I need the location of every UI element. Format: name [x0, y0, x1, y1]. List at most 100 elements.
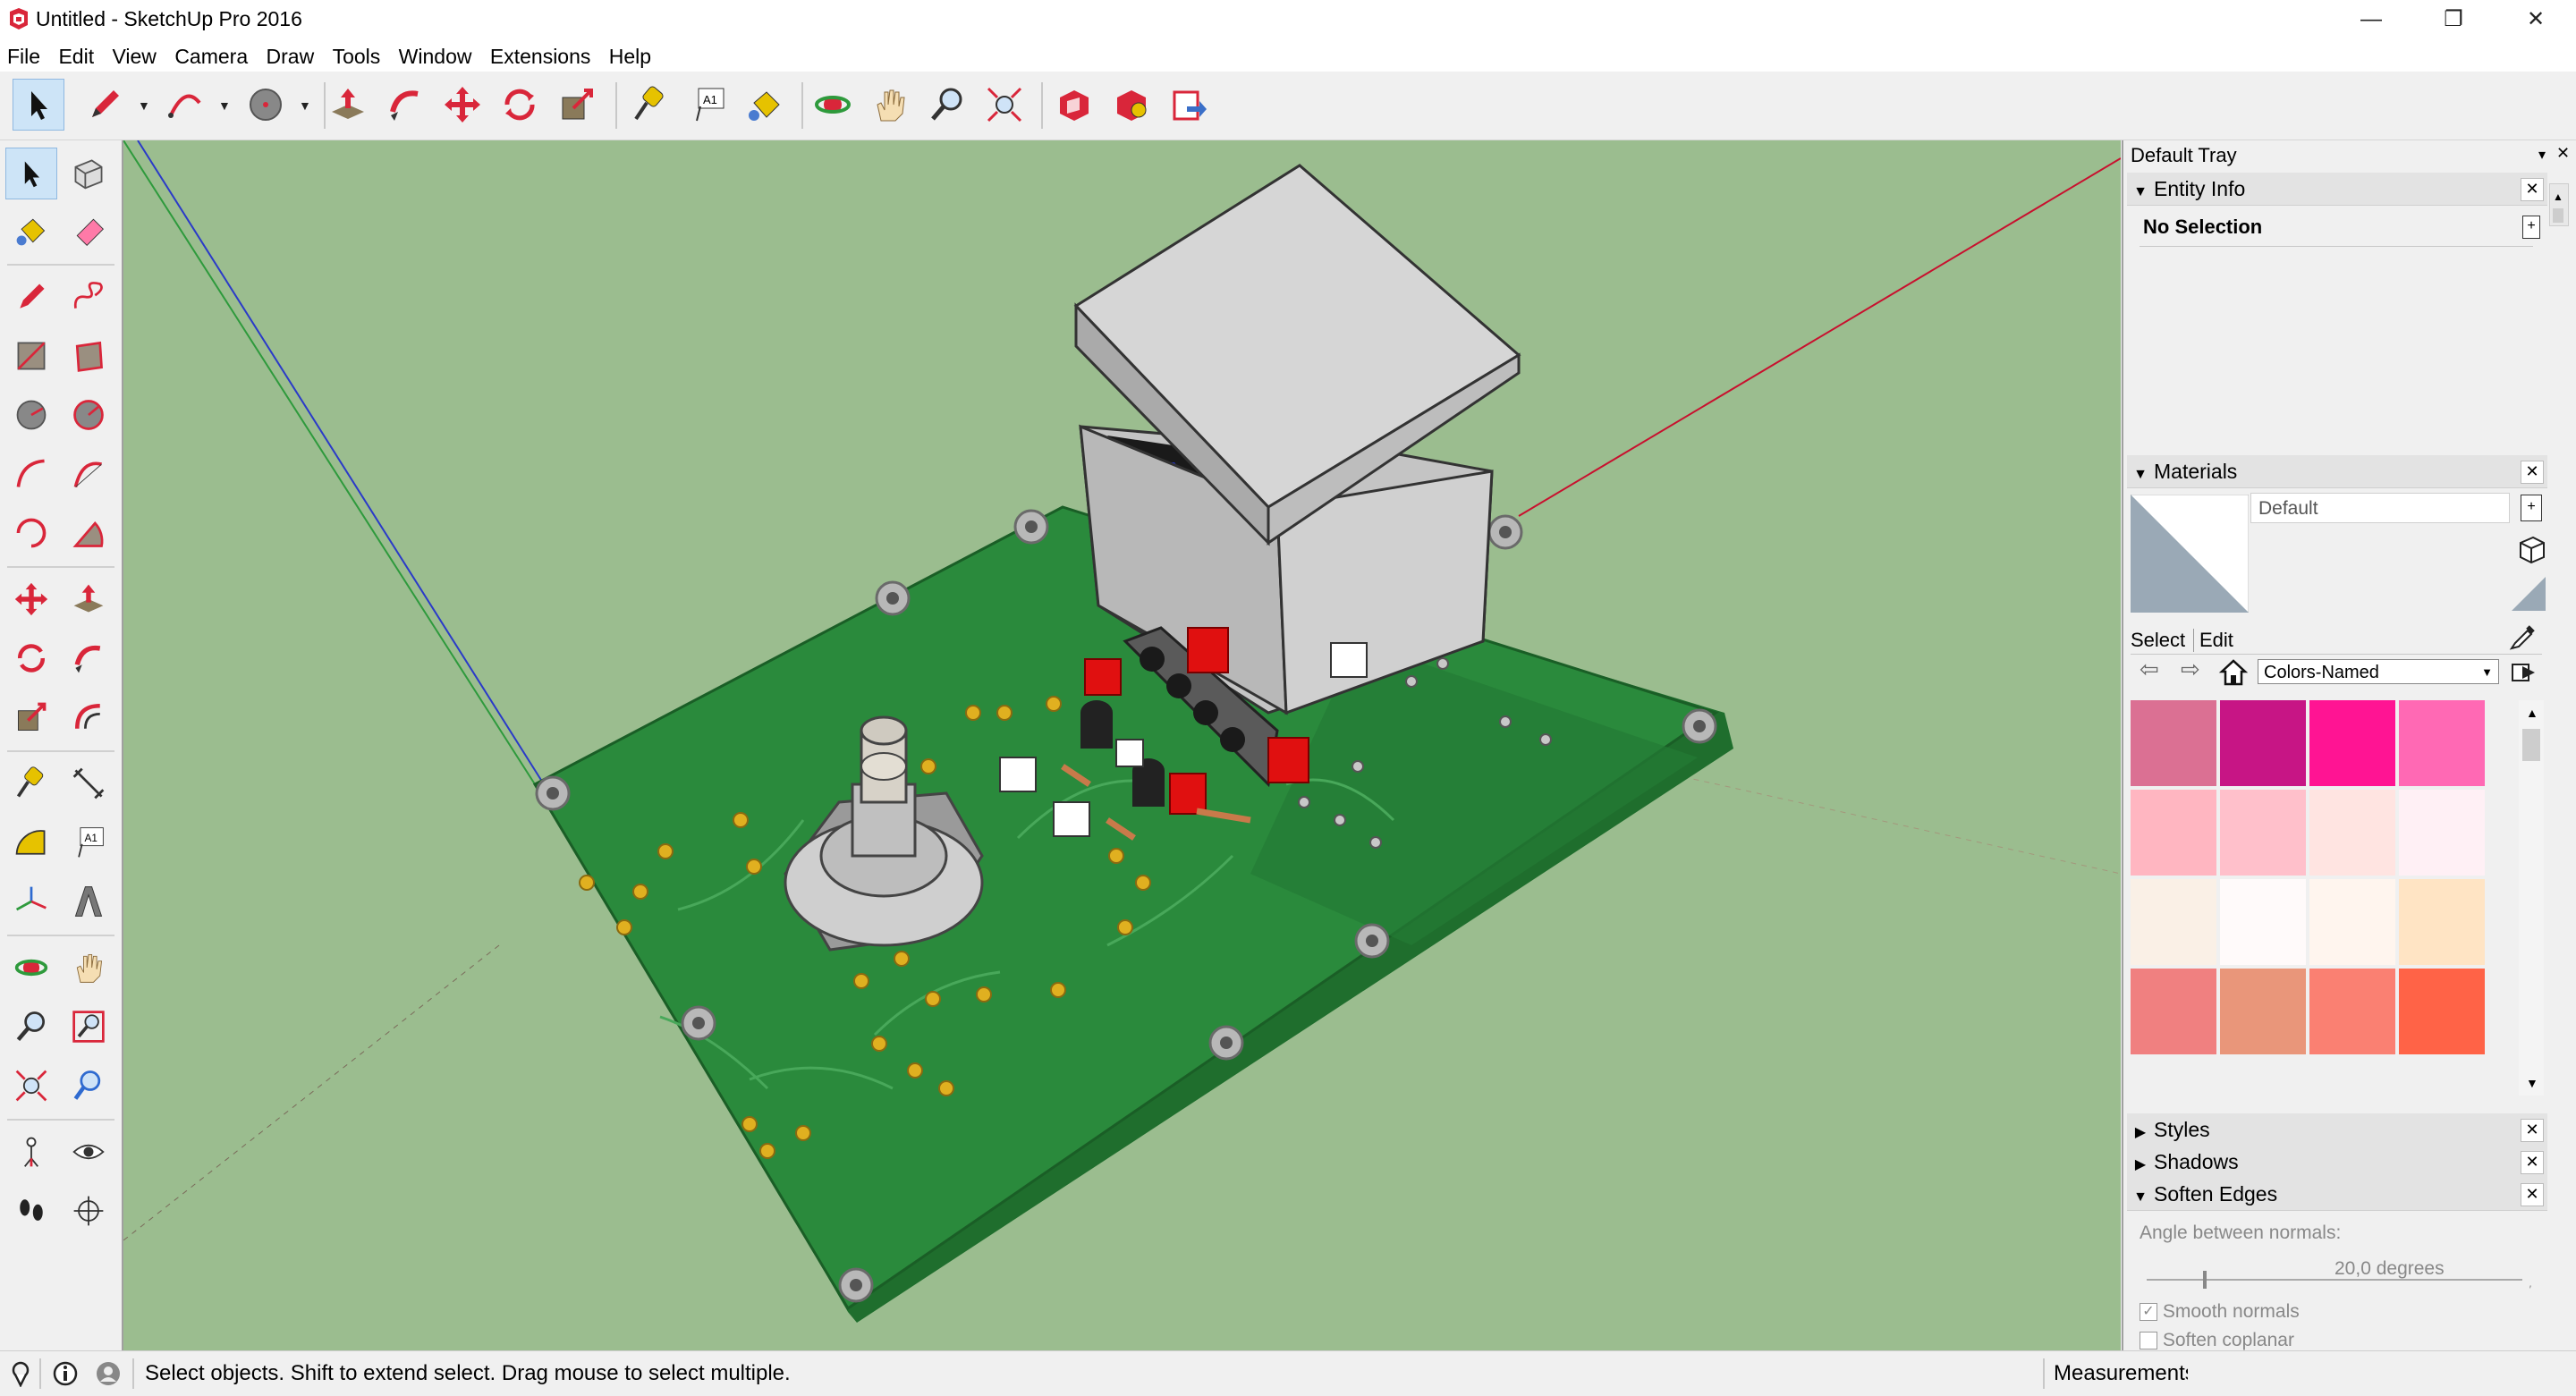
close-window-button[interactable]: ✕	[2495, 0, 2576, 39]
create-material-button[interactable]: +	[2521, 495, 2542, 521]
chevron-down-icon[interactable]: ▼	[138, 98, 150, 113]
zoom-extents-tool-button[interactable]	[979, 79, 1030, 131]
tape-measure-tool-button[interactable]	[5, 757, 57, 809]
pan-tool-button[interactable]	[864, 79, 916, 131]
back-arrow-icon[interactable]: ⇦	[2140, 656, 2159, 683]
push-pull-tool-button[interactable]	[322, 79, 374, 131]
rotated-rectangle-tool-button[interactable]	[63, 330, 114, 382]
material-swatch[interactable]	[2309, 879, 2395, 965]
chevron-up-icon[interactable]: ▲	[2526, 706, 2538, 720]
details-arrow-icon[interactable]	[2510, 659, 2537, 686]
move-tool-button[interactable]	[436, 79, 488, 131]
restore-button[interactable]: ❐	[2412, 0, 2495, 39]
material-swatch[interactable]	[2131, 790, 2216, 876]
pin-tray-button[interactable]: ▾	[2538, 146, 2546, 164]
menu-window[interactable]: Window	[392, 39, 478, 69]
follow-me-tool-button[interactable]	[63, 632, 114, 684]
move-tool-button[interactable]	[5, 573, 57, 625]
minimize-button[interactable]: —	[2330, 0, 2412, 39]
close-entity-info-button[interactable]: ✕	[2521, 178, 2544, 201]
materials-header[interactable]: ▼ Materials ✕	[2127, 455, 2547, 488]
two-point-arc-tool-button[interactable]	[63, 448, 114, 500]
rotate-tool-button[interactable]	[5, 632, 57, 684]
styles-header[interactable]: ▶ Styles ✕	[2127, 1113, 2547, 1146]
make-component-button[interactable]	[63, 148, 114, 199]
menu-tools[interactable]: Tools	[326, 39, 386, 69]
3d-text-tool-button[interactable]	[63, 876, 114, 927]
measurements-input[interactable]	[2188, 1355, 2571, 1391]
material-swatch[interactable]	[2220, 790, 2306, 876]
scale-tool-button[interactable]	[551, 79, 603, 131]
orbit-tool-button[interactable]	[5, 942, 57, 994]
shadows-header[interactable]: ▶ Shadows ✕	[2127, 1146, 2547, 1179]
menu-help[interactable]: Help	[602, 39, 657, 69]
geo-location-icon[interactable]	[7, 1360, 34, 1387]
extension-warehouse-button[interactable]	[1106, 79, 1157, 131]
zoom-window-tool-button[interactable]	[63, 1001, 114, 1053]
three-point-arc-tool-button[interactable]	[5, 507, 57, 559]
arc-tool-button[interactable]	[5, 448, 57, 500]
zoom-tool-button[interactable]	[5, 1001, 57, 1053]
section-plane-tool-button[interactable]	[63, 1185, 114, 1237]
angle-slider-thumb[interactable]	[2203, 1271, 2207, 1289]
select-tool-button[interactable]	[13, 79, 64, 131]
home-icon[interactable]	[2218, 657, 2249, 688]
arc-tool-button[interactable]	[159, 79, 211, 131]
default-material-swatch[interactable]	[2510, 575, 2547, 613]
smooth-normals-row[interactable]: ✓ Smooth normals	[2140, 1301, 2300, 1323]
material-swatch[interactable]	[2220, 879, 2306, 965]
material-swatch[interactable]	[2131, 700, 2216, 786]
tab-select[interactable]: Select	[2131, 629, 2185, 652]
pie-tool-button[interactable]	[63, 507, 114, 559]
menu-view[interactable]: View	[105, 39, 161, 69]
material-swatch[interactable]	[2131, 969, 2216, 1054]
material-library-dropdown[interactable]: Colors-Named ▼	[2258, 659, 2499, 684]
soften-coplanar-row[interactable]: Soften coplanar	[2140, 1330, 2294, 1351]
close-soften-edges-button[interactable]: ✕	[2521, 1183, 2544, 1206]
material-swatch[interactable]	[2399, 879, 2485, 965]
freehand-tool-button[interactable]	[63, 271, 114, 323]
text-tool-button[interactable]: A1	[63, 816, 114, 868]
material-swatch[interactable]	[2309, 700, 2395, 786]
send-to-layout-button[interactable]	[1163, 79, 1215, 131]
close-shadows-button[interactable]: ✕	[2521, 1151, 2544, 1174]
menu-draw[interactable]: Draw	[259, 39, 320, 69]
material-swatch[interactable]	[2309, 969, 2395, 1054]
scale-tool-button[interactable]	[5, 691, 57, 743]
forward-arrow-icon[interactable]: ⇨	[2181, 656, 2200, 683]
dimension-tool-button[interactable]	[63, 757, 114, 809]
swatch-scrollbar-thumb[interactable]	[2522, 729, 2540, 761]
protractor-tool-button[interactable]	[5, 816, 57, 868]
model-viewport[interactable]	[123, 140, 2121, 1350]
walk-tool-button[interactable]	[5, 1185, 57, 1237]
menu-extensions[interactable]: Extensions	[483, 39, 597, 69]
paint-bucket-tool-button[interactable]	[739, 79, 791, 131]
close-tray-button[interactable]: ✕	[2556, 144, 2570, 163]
close-materials-button[interactable]: ✕	[2521, 461, 2544, 484]
zoom-extents-tool-button[interactable]	[5, 1060, 57, 1112]
axes-tool-button[interactable]	[5, 876, 57, 927]
info-icon[interactable]	[52, 1360, 79, 1387]
chevron-down-icon[interactable]: ▼	[299, 98, 311, 113]
zoom-tool-button[interactable]	[921, 79, 973, 131]
material-name-field[interactable]: Default	[2250, 493, 2510, 523]
material-swatch[interactable]	[2399, 790, 2485, 876]
expand-entity-info-button[interactable]: +	[2522, 216, 2540, 239]
material-3d-icon[interactable]	[2517, 534, 2547, 564]
material-swatch[interactable]	[2309, 790, 2395, 876]
text-tool-button[interactable]: A1	[682, 79, 733, 131]
previous-view-tool-button[interactable]	[63, 1060, 114, 1112]
material-swatch[interactable]	[2399, 700, 2485, 786]
menu-file[interactable]: File	[0, 39, 46, 69]
angle-slider[interactable]: ′	[2147, 1271, 2531, 1296]
offset-tool-button[interactable]	[63, 691, 114, 743]
material-swatch[interactable]	[2131, 879, 2216, 965]
chevron-down-icon[interactable]: ▼	[2526, 1076, 2538, 1090]
tab-edit[interactable]: Edit	[2193, 629, 2233, 652]
menu-edit[interactable]: Edit	[51, 39, 99, 69]
pencil-tool-button[interactable]	[79, 79, 131, 131]
chevron-up-icon[interactable]: ▲	[2553, 190, 2563, 203]
3d-warehouse-button[interactable]	[1048, 79, 1100, 131]
chevron-down-icon[interactable]: ▼	[218, 98, 231, 113]
material-swatch[interactable]	[2220, 969, 2306, 1054]
